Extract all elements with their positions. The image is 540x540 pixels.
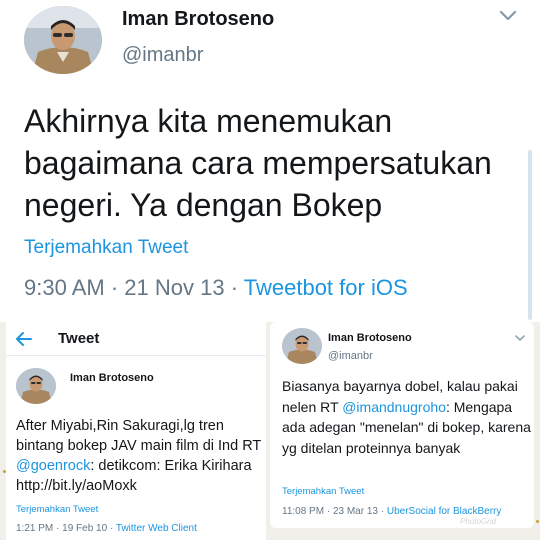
- tweet-date: 23 Mar 13: [332, 506, 378, 517]
- mention-link[interactable]: @goenrock: [16, 458, 90, 474]
- tweet-time: 11:08 PM: [282, 506, 325, 517]
- left-tweet-card: Tweet Iman Brotoseno After Miyabi,Rin Sa…: [6, 322, 266, 540]
- header-title: Tweet: [58, 330, 100, 347]
- mention-link[interactable]: @imandnugroho: [342, 399, 446, 415]
- tweet-metadata: 1:21 PM · 19 Feb 10 · Twitter Web Client: [16, 523, 197, 534]
- tweet-source-link[interactable]: Twitter Web Client: [116, 523, 197, 534]
- watermark: PhotoGrid: [460, 517, 497, 526]
- tweet-source-link[interactable]: UberSocial for BlackBerry: [387, 506, 501, 517]
- avatar-photo: [16, 368, 56, 404]
- author-name[interactable]: Iman Brotoseno: [328, 332, 412, 344]
- back-arrow-icon[interactable]: [14, 329, 34, 349]
- tweet-text: After Miyabi,Rin Sakuragi,lg tren bintan…: [16, 416, 266, 496]
- tweet-header-bar: Tweet: [6, 322, 266, 356]
- author-handle[interactable]: @imanbr: [122, 44, 203, 67]
- meta-separator: ·: [110, 275, 125, 300]
- right-tweet-card: Iman Brotoseno @imanbr Biasanya bayarnya…: [270, 322, 534, 528]
- scrollbar[interactable]: [528, 150, 532, 320]
- author-name[interactable]: Iman Brotoseno: [122, 8, 274, 31]
- tweet-text: Akhirnya kita menemukan bagaimana cara m…: [24, 103, 492, 223]
- tweet-source-link[interactable]: Tweetbot for iOS: [244, 275, 408, 300]
- tweet-date: 19 Feb 10: [62, 523, 108, 534]
- avatar-photo: [24, 6, 102, 74]
- tweet-text-part: After Miyabi,Rin Sakuragi,lg tren bintan…: [16, 418, 262, 454]
- tweet-date: 21 Nov 13: [124, 275, 225, 300]
- meta-separator: ·: [230, 275, 244, 300]
- chevron-down-icon[interactable]: [496, 4, 520, 28]
- tweet-text: Biasanya bayarnya dobel, kalau pakai nel…: [282, 376, 534, 458]
- avatar[interactable]: [16, 368, 56, 404]
- avatar-photo: [282, 328, 322, 364]
- translate-tweet-link[interactable]: Terjemahkan Tweet: [16, 504, 98, 515]
- translate-tweet-link[interactable]: Terjemahkan Tweet: [282, 486, 364, 497]
- author-handle[interactable]: @imanbr: [328, 350, 373, 362]
- tweet-time: 9:30 AM: [24, 275, 105, 300]
- main-tweet-card: Iman Brotoseno @imanbr Akhirnya kita men…: [0, 0, 540, 322]
- author-name[interactable]: Iman Brotoseno: [70, 372, 154, 384]
- avatar[interactable]: [282, 328, 322, 364]
- translate-tweet-link[interactable]: Terjemahkan Tweet: [24, 237, 188, 259]
- tweet-metadata: 9:30 AM · 21 Nov 13 · Tweetbot for iOS: [24, 275, 408, 301]
- tweet-time: 1:21 PM: [16, 523, 54, 534]
- chevron-down-icon[interactable]: [514, 332, 526, 344]
- decorative-dot: [536, 520, 539, 523]
- tweet-metadata: 11:08 PM · 23 Mar 13 · UberSocial for Bl…: [282, 506, 501, 517]
- avatar[interactable]: [24, 6, 102, 74]
